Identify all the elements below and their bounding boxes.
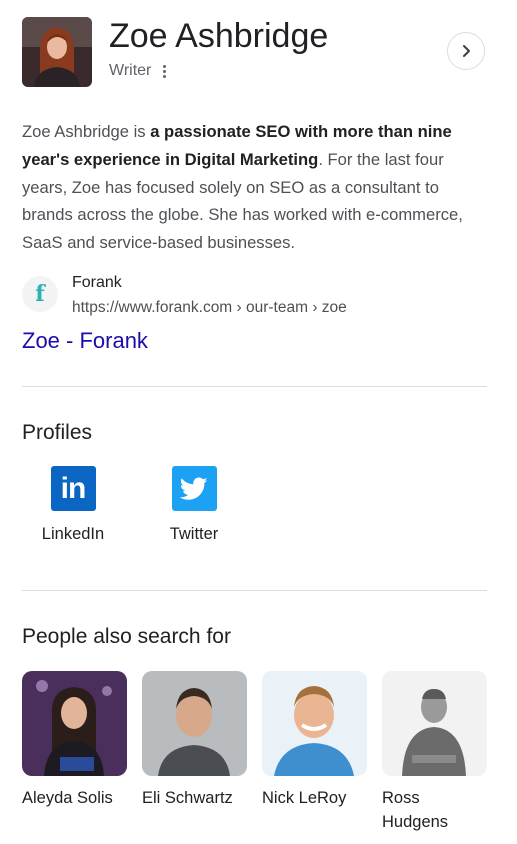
profile-linkedin[interactable]: in LinkedIn — [33, 466, 113, 545]
profile-twitter[interactable]: Twitter — [154, 466, 234, 545]
linkedin-logo-text: in — [60, 471, 87, 505]
person-card[interactable]: Ross Hudgens — [382, 671, 487, 834]
person-card[interactable]: Nick LeRoy — [262, 671, 367, 810]
person-photo — [262, 671, 367, 776]
person-photo — [22, 671, 127, 776]
entity-subtitle: Writer — [109, 60, 169, 82]
entity-title: Zoe Ashbridge — [109, 17, 329, 55]
chevron-right-icon — [463, 45, 470, 57]
entity-description: Zoe Ashbridge is a passionate SEO with m… — [22, 118, 490, 257]
person-card[interactable]: Eli Schwartz — [142, 671, 247, 810]
author-avatar — [22, 17, 92, 87]
profiles-heading: Profiles — [22, 421, 93, 444]
person-name: Eli Schwartz — [142, 789, 233, 807]
person-name: Aleyda Solis — [22, 789, 113, 807]
person-photo — [382, 671, 487, 776]
site-url[interactable]: https://www.forank.com › our-team › zoe — [72, 297, 347, 319]
site-favicon[interactable]: f — [22, 276, 58, 312]
profile-label: LinkedIn — [41, 525, 105, 543]
linkedin-icon: in — [50, 466, 96, 511]
profile-label: Twitter — [169, 525, 219, 543]
site-name[interactable]: Forank — [72, 272, 122, 294]
person-name: Nick LeRoy — [262, 789, 347, 807]
next-button[interactable] — [447, 32, 485, 70]
person-name: Ross Hudgens — [382, 789, 449, 831]
person-card[interactable]: Aleyda Solis — [22, 671, 127, 810]
description-text-1: Zoe Ashbridge is — [22, 122, 151, 141]
entity-role: Writer — [109, 62, 152, 79]
divider — [22, 386, 487, 387]
divider — [22, 590, 487, 591]
favicon-letter: f — [35, 281, 45, 307]
person-photo — [142, 671, 247, 776]
more-vert-icon[interactable] — [160, 63, 169, 80]
people-heading: People also search for — [22, 625, 231, 648]
twitter-icon — [171, 466, 217, 511]
result-link[interactable]: Zoe - Forank — [22, 326, 148, 356]
